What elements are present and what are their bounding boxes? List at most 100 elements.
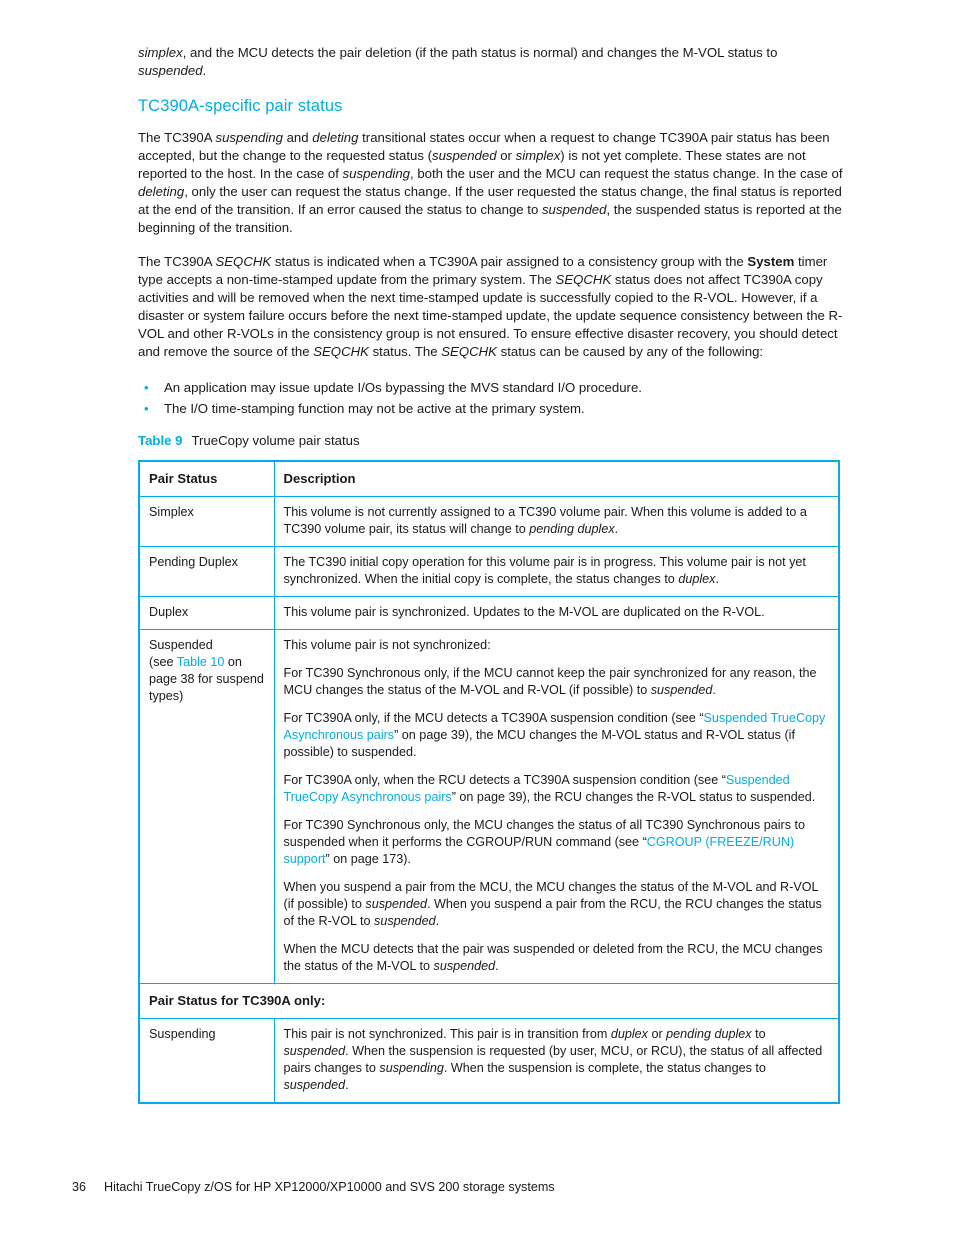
p1-term-deleting-2: deleting <box>138 184 185 199</box>
section-heading: TC390A-specific pair status <box>138 97 343 115</box>
cell-description-suspending: This pair is not synchronized. This pair… <box>273 1018 840 1104</box>
sp-seg-c: or <box>647 1027 667 1041</box>
p2-seg-i: status. The <box>368 344 442 359</box>
paragraph-seqchk: The TC390A SEQCHK status is indicated wh… <box>138 253 848 361</box>
r1-term-duplex: duplex <box>678 572 716 586</box>
sp-term-suspending: suspending <box>379 1061 444 1075</box>
cell-description-simplex: This volume is not currently assigned to… <box>273 496 840 547</box>
page-footer: 36 Hitachi TrueCopy z/OS for HP XP12000/X… <box>72 1178 555 1196</box>
s7-term-suspended: suspended <box>433 959 496 973</box>
truecopy-volume-pair-status-table: Pair Status Description Simplex This vol… <box>138 460 840 1104</box>
seqchk-causes-list: • An application may issue update I/Os by… <box>138 377 848 419</box>
s4-seg-b: ” on page 39), the RCU changes the R-VOL… <box>451 790 816 804</box>
r1-seg-c: . <box>715 572 719 586</box>
p1-term-suspending: suspending <box>215 130 283 145</box>
sp-seg-i: . When the suspension is complete, the s… <box>443 1061 766 1075</box>
intro-text-2: . <box>202 63 207 78</box>
table-row: Pending Duplex The TC390 initial copy op… <box>138 546 840 597</box>
intro-term-simplex: simplex <box>138 45 183 60</box>
cell-status-suspending: Suspending <box>138 1018 275 1104</box>
sp-seg-a: This pair is not synchronized. This pair… <box>283 1027 611 1041</box>
suspended-para-1: This volume pair is not synchronized: <box>283 638 491 652</box>
s2-seg-a: For TC390 Synchronous only, if the MCU c… <box>283 666 817 697</box>
p1-term-suspended-2: suspended <box>541 202 607 217</box>
table-row: Suspended (see Table 10 on page 38 for su… <box>138 629 840 984</box>
column-header-pair-status: Pair Status <box>138 460 275 497</box>
sp-term-suspended-2: suspended <box>283 1078 346 1092</box>
suspended-label: Suspended <box>149 638 213 652</box>
p1-term-deleting: deleting <box>312 130 359 145</box>
suspended-para-5: For TC390 Synchronous only, the MCU chan… <box>284 817 830 868</box>
table-row: Suspending This pair is not synchronized… <box>138 1018 840 1104</box>
p2-term-system: System <box>747 254 795 269</box>
p2-term-seqchk-4: SEQCHK <box>441 344 497 359</box>
p1-term-suspended: suspended <box>432 148 497 163</box>
paragraph-tc390a-transitional: The TC390A suspending and deleting trans… <box>138 129 848 237</box>
p1-seg-c: and <box>282 130 313 145</box>
r0-seg-c: . <box>614 522 619 536</box>
p1-seg-g: or <box>496 148 516 163</box>
sp-seg-k: . <box>345 1078 349 1092</box>
p2-term-seqchk-1: SEQCHK <box>215 254 272 269</box>
table-row: Simplex This volume is not currently ass… <box>138 496 840 547</box>
table-caption-text: TrueCopy volume pair status <box>191 433 360 448</box>
link-table-10[interactable]: Table 10 <box>177 655 225 669</box>
s3-seg-a: For TC390A only, if the MCU detects a TC… <box>283 711 704 725</box>
p1-term-simplex: simplex <box>515 148 561 163</box>
intro-paragraph: simplex, and the MCU detects the pair de… <box>138 44 848 80</box>
p1-seg-k: , both the user and the MCU can request … <box>410 166 843 181</box>
subheading-pair-status-tc390a: Pair Status for TC390A only: <box>138 983 840 1019</box>
p2-seg-a: The TC390A <box>138 254 216 269</box>
page-number: 36 <box>72 1180 87 1194</box>
intro-text-1: , and the MCU detects the pair deletion … <box>182 45 778 60</box>
table-row: Duplex This volume pair is synchronized.… <box>138 596 840 630</box>
s2-seg-c: . <box>712 683 716 697</box>
table-header-row: Pair Status Description <box>138 460 840 497</box>
s6-seg-e: . <box>435 914 440 928</box>
suspended-para-7: When the MCU detects that the pair was s… <box>284 941 830 975</box>
cell-description-duplex: This volume pair is synchronized. Update… <box>273 596 840 630</box>
sp-term-duplex: duplex <box>610 1027 648 1041</box>
p1-seg-a: The TC390A <box>138 130 216 145</box>
p2-term-seqchk-2: SEQCHK <box>555 272 612 287</box>
list-item: • The I/O time-stamping function may not … <box>138 398 848 419</box>
list-item: • An application may issue update I/Os by… <box>138 377 848 398</box>
cell-description-pending-duplex: The TC390 initial copy operation for thi… <box>273 546 840 597</box>
s4-seg-a: For TC390A only, when the RCU detects a … <box>283 773 726 787</box>
sp-seg-e: to <box>751 1027 766 1041</box>
footer-title: Hitachi TrueCopy z/OS for HP XP12000/XP1… <box>104 1180 555 1194</box>
suspended-para-4: For TC390A only, when the RCU detects a … <box>284 772 830 806</box>
s2-term-suspended: suspended <box>650 683 713 697</box>
suspended-para-6: When you suspend a pair from the MCU, th… <box>284 879 830 930</box>
s5-seg-b: ” on page 173). <box>325 852 411 866</box>
cell-description-suspended: This volume pair is not synchronized: Fo… <box>273 629 840 984</box>
page-content: simplex, and the MCU detects the pair de… <box>138 44 848 1104</box>
intro-term-suspended: suspended <box>138 63 203 78</box>
sp-term-pending-duplex: pending duplex <box>666 1027 752 1041</box>
p2-seg-c: status is indicated when a TC390A pair a… <box>271 254 748 269</box>
p2-seg-k: status can be caused by any of the follo… <box>496 344 764 359</box>
s7-seg-c: . <box>495 959 499 973</box>
cell-status-duplex: Duplex <box>138 596 275 630</box>
p1-term-suspending-2: suspending <box>342 166 411 181</box>
list-item-label: The I/O time-stamping function may not b… <box>164 401 585 416</box>
sp-term-suspended-1: suspended <box>283 1044 346 1058</box>
bullet-icon: • <box>144 380 149 395</box>
cell-status-suspended: Suspended (see Table 10 on page 38 for su… <box>138 629 275 984</box>
r1-seg-a: The TC390 initial copy operation for thi… <box>283 555 806 586</box>
s6-term-suspended-1: suspended <box>365 897 428 911</box>
r0-term-pending-duplex: pending duplex <box>529 522 615 536</box>
suspended-see-prefix: (see <box>149 655 177 669</box>
cell-status-simplex: Simplex <box>138 496 275 547</box>
suspended-para-3: For TC390A only, if the MCU detects a TC… <box>284 710 830 761</box>
document-page: simplex, and the MCU detects the pair de… <box>0 0 954 1235</box>
list-item-label: An application may issue update I/Os byp… <box>164 380 642 395</box>
table-caption-number: Table 9 <box>138 433 183 448</box>
s6-term-suspended-2: suspended <box>374 914 436 928</box>
cell-status-pending-duplex: Pending Duplex <box>138 546 275 597</box>
column-header-description: Description <box>273 460 840 497</box>
suspended-para-2: For TC390 Synchronous only, if the MCU c… <box>284 665 830 699</box>
bullet-icon: • <box>144 401 149 416</box>
p2-term-seqchk-3: SEQCHK <box>313 344 369 359</box>
table-caption: Table 9 TrueCopy volume pair status <box>138 432 848 450</box>
